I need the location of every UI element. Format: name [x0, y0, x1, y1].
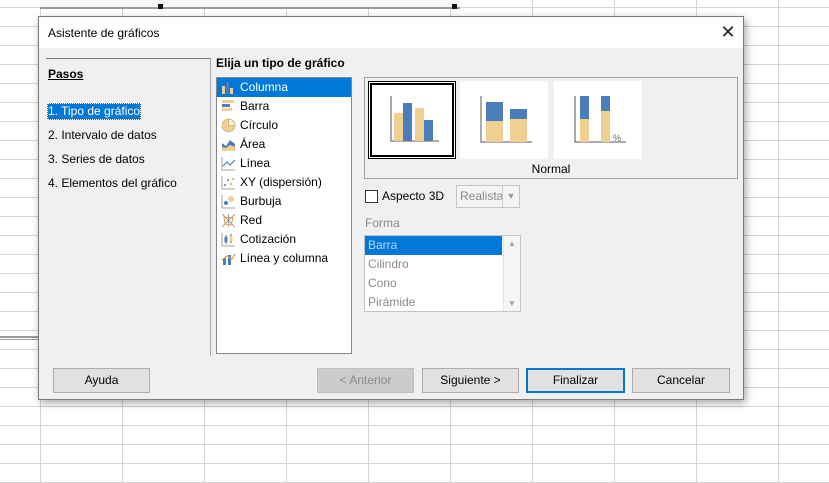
help-button[interactable]: Ayuda: [53, 368, 150, 393]
aspect-3d-label[interactable]: Aspecto 3D: [382, 189, 444, 203]
chart-type-label: Red: [240, 213, 263, 227]
chart-type-column-and-line[interactable]: Línea y columna: [217, 249, 351, 268]
step-chart-elements[interactable]: 4. Elementos del gráfico: [47, 175, 178, 192]
column-chart-icon: [222, 82, 233, 94]
aspect-3d-select[interactable]: Realista ▼: [456, 185, 520, 208]
variant-label: Normal: [531, 162, 571, 176]
chart-type-stock[interactable]: Cotización: [217, 230, 351, 249]
area-chart-icon: [222, 140, 235, 151]
chart-frame-handle[interactable]: [452, 4, 457, 9]
chart-type-label: Área: [240, 137, 266, 151]
cancel-button[interactable]: Cancelar: [632, 368, 730, 393]
chart-type-label: Columna: [240, 80, 289, 94]
chart-type-bar[interactable]: Barra: [217, 97, 351, 116]
chart-frame-border: [0, 336, 40, 340]
line-chart-icon: [221, 157, 236, 171]
dialog-titlebar: Asistente de gráficos ✕: [39, 17, 743, 48]
step-data-range[interactable]: 2. Intervalo de datos: [47, 127, 158, 144]
step-data-series[interactable]: 3. Series de datos: [47, 151, 146, 168]
next-button[interactable]: Siguiente >: [422, 368, 519, 393]
chart-type-label: Barra: [240, 99, 270, 113]
chart-type-bubble[interactable]: Burbuja: [217, 192, 351, 211]
chart-type-column[interactable]: Columna: [217, 78, 351, 97]
chart-type-xy-scatter[interactable]: XY (dispersión): [217, 173, 351, 192]
shape-option[interactable]: Cono: [365, 274, 520, 293]
step-chart-type[interactable]: 1. Tipo de gráfico: [47, 103, 142, 120]
back-button[interactable]: < Anterior: [317, 368, 414, 393]
stock-chart-icon: [221, 233, 235, 247]
chart-type-net[interactable]: Red: [217, 211, 351, 230]
chart-variant-gallery: % Normal: [364, 77, 738, 179]
chart-type-list[interactable]: Columna Barra Círculo Área Línea XY (dis: [216, 77, 352, 354]
dialog-title: Asistente de gráficos: [48, 26, 160, 40]
close-icon[interactable]: ✕: [713, 17, 743, 48]
shape-option[interactable]: Pirámide: [365, 293, 520, 311]
chevron-down-icon: ▼: [502, 186, 519, 207]
chart-type-label: Burbuja: [240, 194, 282, 208]
chart-type-label: Cotización: [240, 232, 297, 246]
shape-list[interactable]: Barra Cilindro Cono Pirámide ▲ ▼: [364, 235, 521, 312]
normal-column-variant-icon: [390, 96, 439, 142]
chart-type-label: Círculo: [240, 118, 279, 132]
column-line-chart-icon: [221, 253, 236, 265]
shape-label: Forma: [365, 216, 400, 230]
pie-chart-icon: [221, 118, 236, 133]
shape-option[interactable]: Cilindro: [365, 255, 520, 274]
chart-frame-handle[interactable]: [158, 4, 163, 9]
scroll-up-icon[interactable]: ▲: [504, 239, 520, 248]
chart-type-label: XY (dispersión): [240, 175, 322, 189]
chart-type-line[interactable]: Línea: [217, 154, 351, 173]
chart-frame-border: [40, 0, 460, 9]
scatter-chart-icon: [221, 176, 235, 190]
chart-type-label: Línea: [240, 156, 271, 170]
chart-type-label: Línea y columna: [240, 251, 329, 265]
spreadsheet-left-column: [0, 0, 40, 483]
variant-normal[interactable]: [368, 81, 456, 159]
chart-type-pie[interactable]: Círculo: [217, 116, 351, 135]
chart-wizard-dialog: Asistente de gráficos ✕ Pasos 1. Tipo de…: [38, 16, 744, 400]
shape-list-scrollbar[interactable]: ▲ ▼: [503, 236, 520, 311]
chart-type-heading: Elija un tipo de gráfico: [216, 56, 345, 70]
steps-divider: [46, 58, 210, 59]
bar-chart-icon: [222, 100, 234, 111]
steps-vertical-divider: [210, 58, 211, 356]
aspect-3d-checkbox[interactable]: [365, 190, 378, 203]
scroll-down-icon[interactable]: ▼: [504, 299, 520, 308]
variant-stacked[interactable]: [460, 81, 548, 159]
aspect-3d-select-value: Realista: [460, 189, 504, 203]
finish-button[interactable]: Finalizar: [526, 368, 625, 393]
stacked-column-variant-icon: [480, 96, 532, 143]
steps-heading: Pasos: [48, 67, 84, 81]
bubble-chart-icon: [221, 195, 235, 209]
percent-stacked-column-variant-icon: %: [574, 96, 626, 143]
percent-suffix: %: [613, 133, 621, 143]
net-chart-icon: [221, 213, 236, 228]
chart-type-area[interactable]: Área: [217, 135, 351, 154]
variant-percent-stacked[interactable]: %: [554, 81, 642, 159]
shape-option[interactable]: Barra: [365, 236, 502, 255]
